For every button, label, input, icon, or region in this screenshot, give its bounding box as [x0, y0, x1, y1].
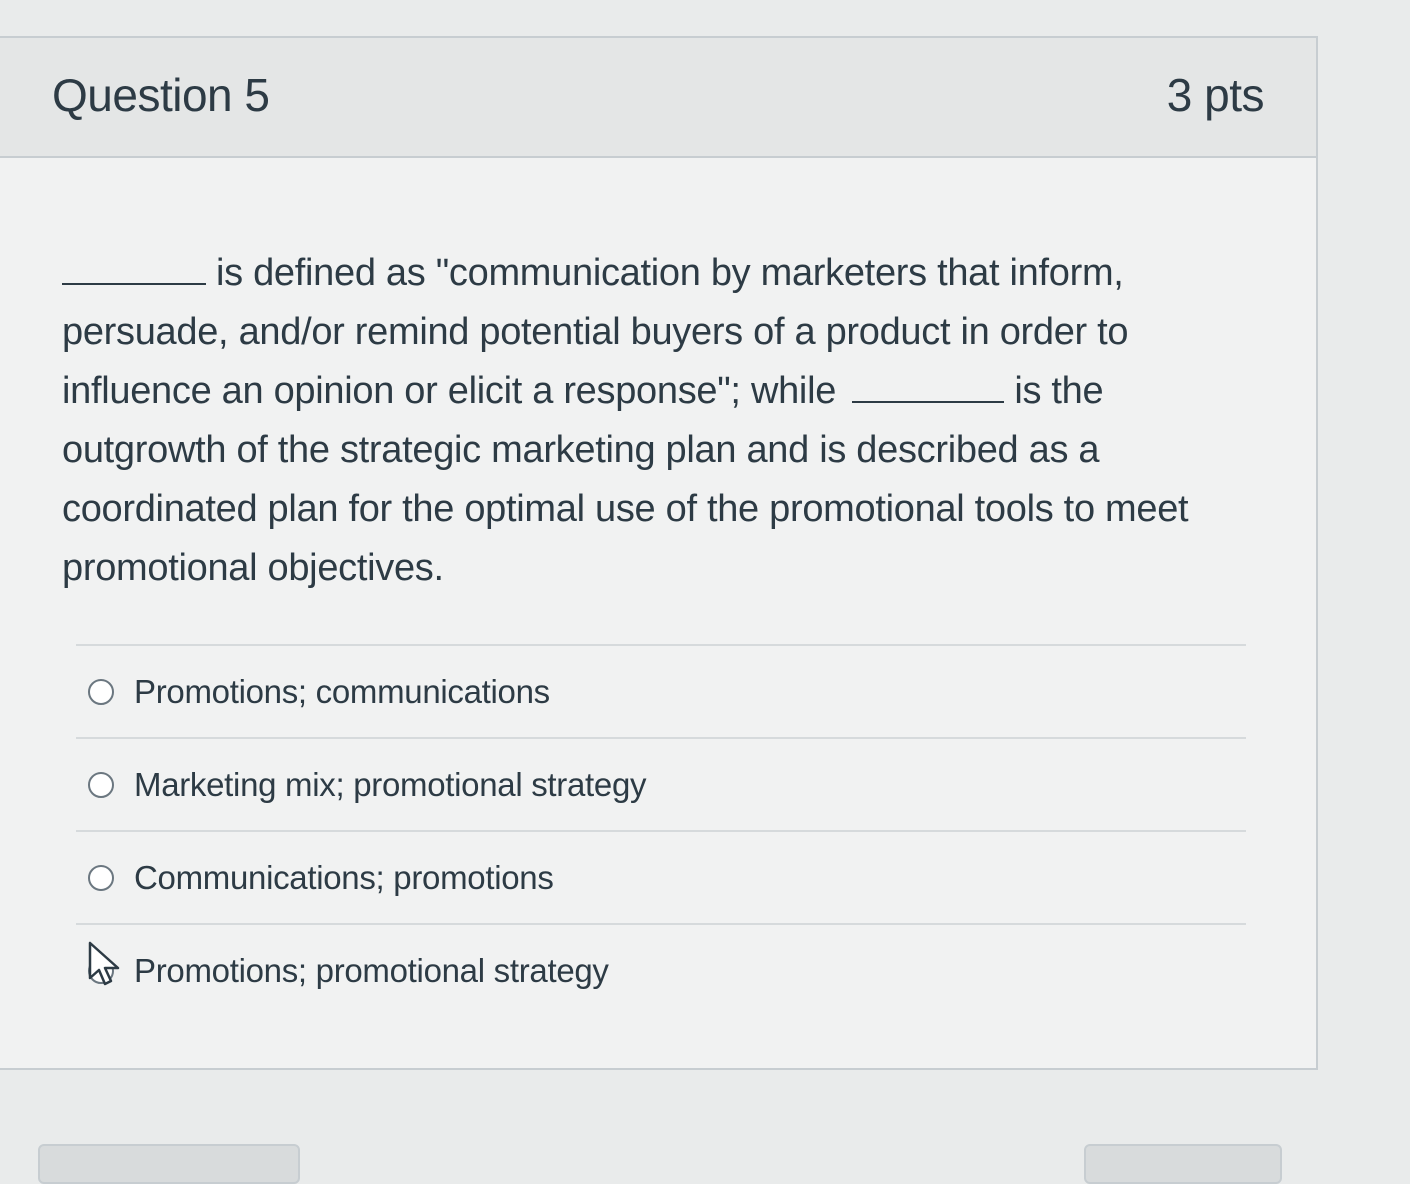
question-body: is defined as "communication by marketer… [0, 158, 1212, 598]
blank-2 [852, 371, 1005, 403]
question-header: Question 5 3 pts [0, 38, 1316, 158]
answer-option-1[interactable]: Promotions; communications [76, 644, 1246, 737]
radio-icon[interactable] [88, 678, 114, 705]
question-text: is defined as "communication by marketer… [62, 244, 1212, 598]
mouse-pointer-icon [88, 941, 120, 986]
question-title: Question 5 [52, 69, 270, 121]
radio-icon[interactable] [88, 864, 114, 891]
question-card: Question 5 3 pts is defined as "communic… [0, 36, 1318, 1070]
answer-option-2[interactable]: Marketing mix; promotional strategy [76, 737, 1246, 830]
previous-button[interactable] [38, 1144, 300, 1184]
answer-label: Marketing mix; promotional strategy [134, 765, 647, 803]
answer-label: Communications; promotions [134, 858, 554, 896]
answer-option-4[interactable]: Promotions; promotional strategy [76, 923, 1246, 1016]
radio-icon[interactable] [88, 771, 114, 798]
answer-label: Promotions; communications [134, 672, 550, 710]
answer-option-3[interactable]: Communications; promotions [76, 830, 1246, 923]
question-points: 3 pts [1166, 69, 1265, 121]
answer-list: Promotions; communications Marketing mix… [76, 644, 1246, 1016]
next-button[interactable] [1084, 1144, 1282, 1184]
answer-label: Promotions; promotional strategy [134, 951, 609, 989]
blank-1 [62, 253, 206, 285]
